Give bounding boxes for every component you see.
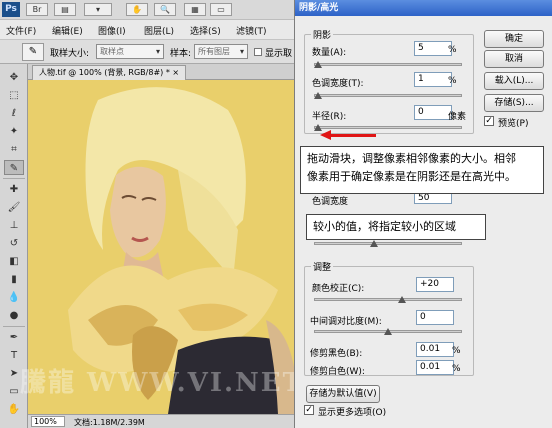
callout-line-1: 拖动滑块，调整像素相邻像素的大小。相邻 [307,152,516,165]
annotation-callout-radius: 拖动滑块，调整像素相邻像素的大小。相邻 像素用于确定像素是在阴影还是在高光中。 [300,146,544,194]
save-as-default-button[interactable]: 存储为默认值(V) [306,385,380,403]
annotation-arrow-head [320,130,331,140]
hand-tool-icon[interactable]: ✋ [4,402,24,417]
highlight-radius-slider-track[interactable] [314,242,462,245]
sample-size-select[interactable]: 取样点 [96,44,164,59]
brush-tool-icon[interactable]: 🖌 [4,200,24,215]
document-info: 文档:1.18M/2.39M [74,418,145,427]
tonal-width-slider-track[interactable] [314,94,462,97]
menu-image[interactable]: 图像(I) [98,24,126,37]
highlight-tonal-width-label: 色调宽度 [312,197,349,207]
crop-tool-icon[interactable]: ⌗ [4,142,24,157]
toolbox-divider [3,178,25,179]
zoom-level-button[interactable]: ▾ [84,3,112,16]
black-clip-label: 修剪黑色(B): [310,349,363,359]
sample-label: 样本: [170,49,192,59]
white-clip-field[interactable]: 0.01 [416,360,454,375]
midtone-contrast-label: 中间调对比度(M): [310,317,382,327]
midtone-contrast-slider-thumb[interactable] [384,328,392,335]
amount-unit: % [448,45,457,55]
gradient-tool-icon[interactable]: ▮ [4,272,24,287]
menu-filter[interactable]: 滤镜(T) [236,24,267,37]
annotation-arrow-line [330,134,376,137]
amount-field[interactable]: 5 [414,41,452,56]
menu-select[interactable]: 选择(S) [190,24,221,37]
pen-tool-icon[interactable]: ✒ [4,330,24,345]
dodge-tool-icon[interactable]: ● [4,308,24,323]
sample-select[interactable]: 所有图层 [194,44,248,59]
radius-label: 半径(R): [312,112,347,122]
lasso-tool-icon[interactable]: ℓ [4,106,24,121]
highlight-radius-slider-thumb[interactable] [370,240,378,247]
radius-slider-track[interactable] [314,126,462,129]
amount-slider-track[interactable] [314,63,462,66]
amount-label: 数量(A): [312,48,347,58]
black-clip-field[interactable]: 0.01 [416,342,454,357]
show-ring-checkbox[interactable] [254,48,262,56]
application-bar: Ps Br ▤ ▾ ✋ 🔍 ▦ ▭ [0,0,300,20]
radius-field[interactable]: 0 [414,105,452,120]
load-button[interactable]: 载入(L)... [484,72,544,90]
document-tab-bar: 人物.tif @ 100% (背景, RGB/8#) * × [28,64,300,80]
status-bar: 100% 文档:1.18M/2.39M [28,414,300,428]
preview-checkbox[interactable]: ✓ [484,116,494,126]
cancel-button[interactable]: 取消 [484,50,544,68]
healing-brush-tool-icon[interactable]: ✚ [4,182,24,197]
preview-label: 预览(P) [498,119,529,129]
options-bar: ✎ 取样大小: 取样点 样本: 所有图层 显示取 [0,40,300,64]
shadow-group-title: 阴影 [311,28,334,41]
annotation-callout-small-value: 较小的值，将指定较小的区域 [306,214,486,240]
show-ring-label: 显示取 [265,49,293,59]
tonal-width-slider-thumb[interactable] [314,92,322,99]
photoshop-logo: Ps [2,2,20,17]
radius-unit: 像素 [448,112,467,122]
amount-slider-thumb[interactable] [314,61,322,68]
color-correction-field[interactable]: +20 [416,277,454,292]
menu-layer[interactable]: 图层(L) [144,24,174,37]
quick-select-tool-icon[interactable]: ✦ [4,124,24,139]
tonal-width-label: 色调宽度(T): [312,79,364,89]
hand-tool-button[interactable]: ✋ [126,3,148,16]
white-clip-unit: % [452,364,461,374]
dialog-title: 阴影/高光 [295,0,552,16]
ok-button[interactable]: 确定 [484,30,544,48]
close-icon[interactable]: × [172,68,179,77]
color-correction-slider-thumb[interactable] [398,296,406,303]
menu-bar: 文件(F) 编辑(E) 图像(I) 图层(L) 选择(S) 滤镜(T) [0,20,300,40]
eraser-tool-icon[interactable]: ◧ [4,254,24,269]
clone-stamp-tool-icon[interactable]: ⊥ [4,218,24,233]
callout-line-2: 像素用于确定像素是在阴影还是在高光中。 [307,170,516,183]
eyedropper-tool-icon[interactable]: ✎ [4,160,24,175]
show-more-options-checkbox[interactable]: ✓ [304,405,314,415]
history-brush-tool-icon[interactable]: ↺ [4,236,24,251]
bridge-button[interactable]: Br [26,3,48,16]
zoom-field[interactable]: 100% [31,416,65,427]
menu-edit[interactable]: 编辑(E) [52,24,83,37]
save-button[interactable]: 存储(S)... [484,94,544,112]
black-clip-unit: % [452,346,461,356]
move-tool-icon[interactable]: ✥ [4,70,24,85]
midtone-contrast-field[interactable]: 0 [416,310,454,325]
color-correction-label: 颜色校正(C): [312,284,365,294]
screen-mode-button[interactable]: ▭ [210,3,232,16]
type-tool-icon[interactable]: T [4,348,24,363]
tonal-width-field[interactable]: 1 [414,72,452,87]
toolbox-divider [3,326,25,327]
show-more-options-label: 显示更多选项(O) [318,408,387,418]
marquee-tool-icon[interactable]: ⬚ [4,88,24,103]
menu-file[interactable]: 文件(F) [6,24,36,37]
eyedropper-preset-icon[interactable]: ✎ [22,43,44,61]
white-clip-label: 修剪白色(W): [310,367,365,377]
arrange-documents-button[interactable]: ▦ [184,3,206,16]
tonal-width-unit: % [448,76,457,86]
zoom-tool-button[interactable]: 🔍 [154,3,176,16]
sample-size-label: 取样大小: [50,49,90,59]
blur-tool-icon[interactable]: 💧 [4,290,24,305]
mini-bridge-button[interactable]: ▤ [54,3,76,16]
watermark: 騰龍 WWW.VI.NET [20,368,304,398]
adjustments-group-title: 调整 [311,260,334,273]
color-correction-slider-track[interactable] [314,298,462,301]
document-tab[interactable]: 人物.tif @ 100% (背景, RGB/8#) * × [32,65,187,80]
